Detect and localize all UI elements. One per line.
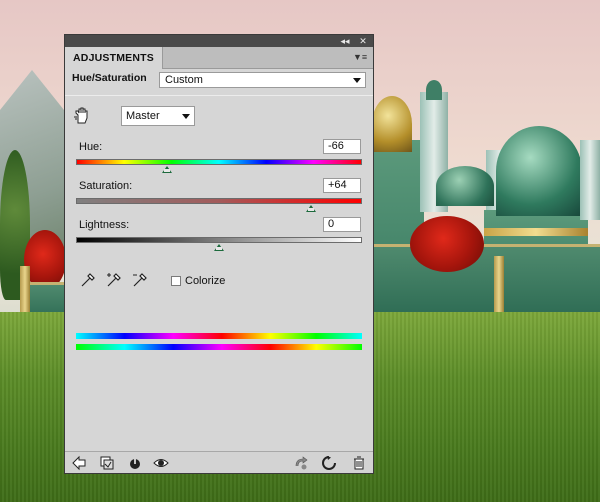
back-arrow-icon[interactable] (71, 455, 87, 471)
preset-dropdown[interactable]: Custom (159, 72, 366, 88)
tower-far-right (580, 140, 600, 220)
wall-right (372, 244, 600, 314)
green-dome-small (436, 166, 494, 206)
lightness-label: Lightness: (79, 219, 130, 231)
double-chevron-icon[interactable]: ◂◂ (339, 36, 351, 46)
lightness-slider-thumb[interactable] (214, 244, 224, 251)
divider (65, 95, 373, 96)
pillar-left (20, 266, 30, 316)
lightness-input[interactable]: 0 (323, 217, 361, 232)
adjustments-panel: ◂◂ ✕ ADJUSTMENTS ▼≡ Hue/Saturation Custo… (64, 34, 374, 474)
panel-menu-icon[interactable]: ▼≡ (353, 52, 367, 63)
saturation-label: Saturation: (79, 180, 133, 192)
panel-title-bar: ◂◂ ✕ (65, 35, 373, 47)
close-icon[interactable]: ✕ (357, 36, 369, 46)
clip-to-layer-icon[interactable] (99, 455, 115, 471)
green-dome-large (496, 126, 582, 216)
chevron-down-icon (353, 78, 361, 83)
panel-bottom-toolbar (65, 451, 373, 473)
adjustment-title: Hue/Saturation (72, 72, 147, 84)
tower-cap (426, 80, 442, 100)
eyedropper-plus-icon[interactable] (105, 271, 123, 289)
chevron-down-icon (182, 114, 190, 119)
red-tree-left (24, 230, 66, 290)
trash-icon[interactable] (351, 455, 367, 471)
eyedropper-icon[interactable] (79, 271, 97, 289)
saturation-slider-track[interactable] (76, 198, 362, 204)
colorize-checkbox[interactable] (171, 276, 181, 286)
eyedropper-minus-icon[interactable] (131, 271, 149, 289)
colorize-option[interactable]: Colorize (171, 275, 225, 287)
saturation-slider-thumb[interactable] (305, 205, 316, 212)
hue-label: Hue: (79, 141, 103, 153)
saturation-input[interactable]: +64 (323, 178, 361, 193)
colorize-label: Colorize (185, 275, 226, 287)
hue-input[interactable]: -66 (323, 139, 361, 154)
tab-adjustments[interactable]: ADJUSTMENTS (65, 47, 163, 69)
palace-gold-band (484, 228, 588, 236)
hue-slider-thumb[interactable] (161, 166, 172, 173)
channel-dropdown[interactable]: Master (121, 106, 195, 126)
visibility-toggle-icon[interactable] (127, 455, 143, 471)
red-tree-right (410, 216, 484, 272)
previous-state-icon[interactable] (293, 455, 309, 471)
gold-dome (372, 96, 412, 152)
tab-row: ADJUSTMENTS ▼≡ (65, 47, 373, 69)
lightness-slider-track[interactable] (76, 237, 362, 243)
preset-value: Custom (165, 74, 203, 86)
hue-slider-track[interactable] (76, 159, 362, 165)
source-spectrum-bar (76, 333, 362, 339)
hand-icon[interactable] (73, 107, 91, 125)
eyedropper-tools (79, 271, 149, 289)
reset-icon[interactable] (321, 455, 337, 471)
channel-value: Master (126, 110, 160, 122)
eye-icon[interactable] (153, 455, 169, 471)
result-spectrum-bar (76, 344, 362, 350)
